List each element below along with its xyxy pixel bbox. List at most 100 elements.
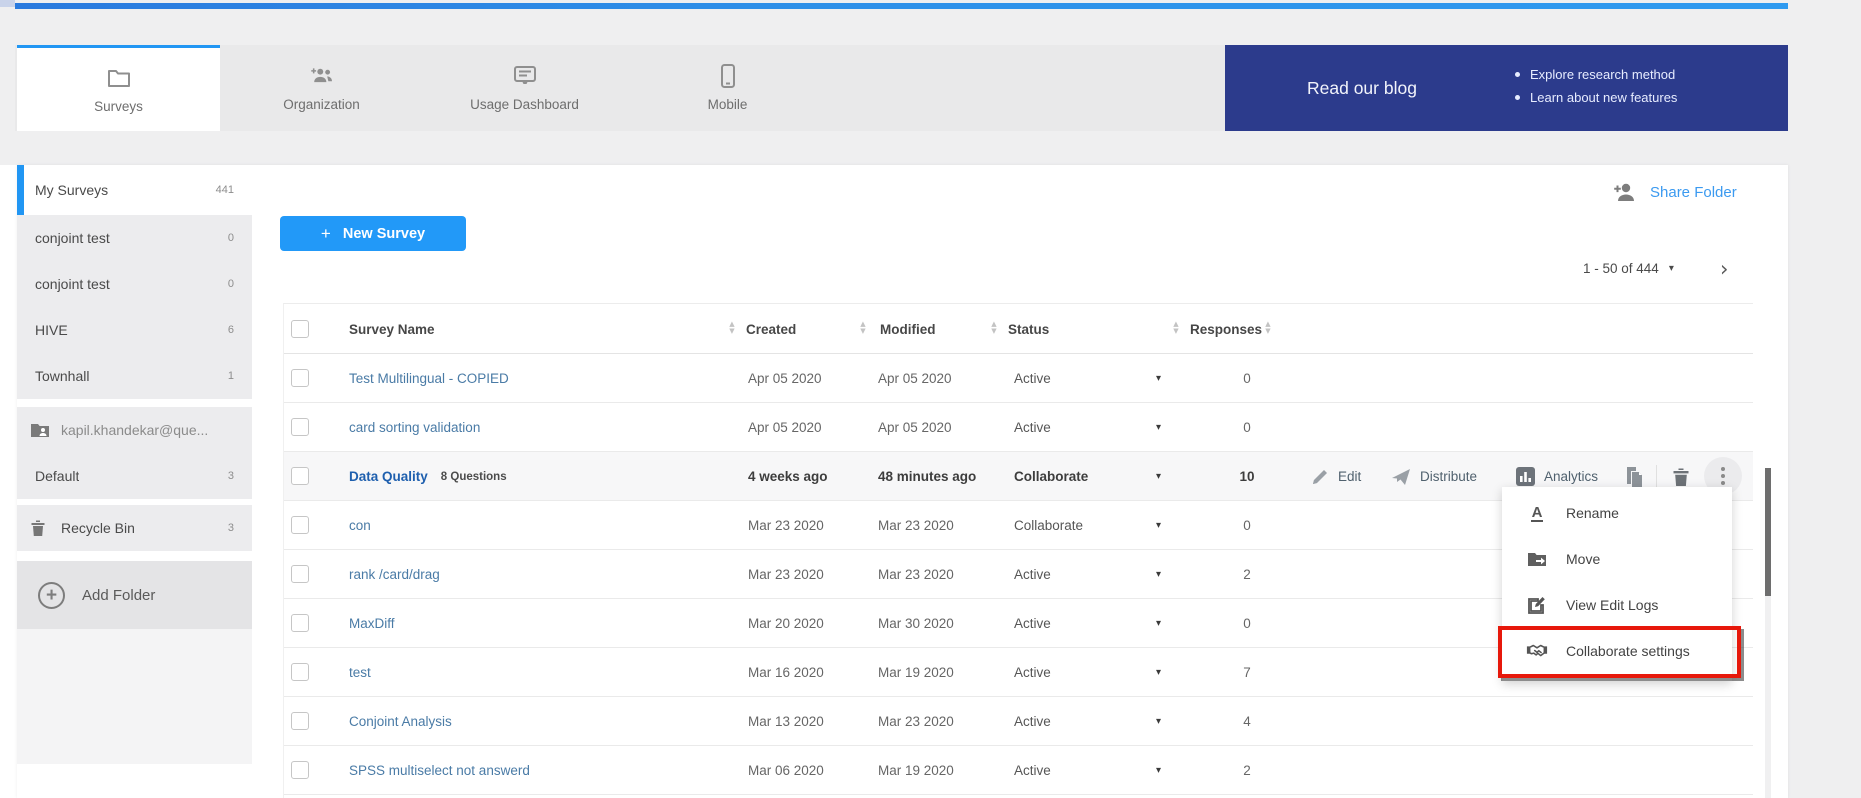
sidebar-item-conjoint-test[interactable]: conjoint test0 <box>17 261 252 307</box>
folder-count: 3 <box>228 522 234 534</box>
modified-cell: Apr 05 2020 <box>878 403 952 452</box>
row-checkbox[interactable] <box>291 761 309 779</box>
promo-bullet-list: Explore research method Learn about new f… <box>1515 67 1677 105</box>
sort-toggle-icon[interactable]: ▲▼ <box>1263 321 1273 335</box>
promo-bullet: Learn about new features <box>1515 90 1677 105</box>
modified-cell: Mar 30 2020 <box>878 599 954 648</box>
folder-label: conjoint test <box>35 276 110 292</box>
status-dropdown-caret[interactable]: ▾ <box>1156 501 1161 550</box>
share-folder-button[interactable]: Share Folder <box>1611 181 1737 203</box>
created-cell: Mar 23 2020 <box>748 550 824 599</box>
survey-name-link[interactable]: rank /card/drag <box>349 567 440 582</box>
sidebar-item-hive[interactable]: HIVE6 <box>17 307 252 353</box>
status-dropdown-caret[interactable]: ▾ <box>1156 354 1161 403</box>
edit-label: Edit <box>1338 469 1361 484</box>
sort-toggle-icon[interactable]: ▲▼ <box>1171 321 1181 335</box>
folder-count: 6 <box>228 324 234 336</box>
sidebar-item-default[interactable]: Default3 <box>17 453 252 499</box>
modified-cell: Mar 23 2020 <box>878 501 954 550</box>
modified-cell: Mar 19 2020 <box>878 648 954 697</box>
column-header-status[interactable]: Status <box>1008 304 1049 354</box>
row-checkbox[interactable] <box>291 516 309 534</box>
tab-organization[interactable]: Organization <box>220 45 423 131</box>
tab-surveys[interactable]: Surveys <box>17 45 220 131</box>
survey-name-link[interactable]: card sorting validation <box>349 420 480 435</box>
pencil-icon <box>1311 468 1329 486</box>
sidebar-fill <box>17 629 252 764</box>
status-dropdown-caret[interactable]: ▾ <box>1156 550 1161 599</box>
status-cell: Active <box>1014 403 1051 452</box>
status-dropdown-caret[interactable]: ▾ <box>1156 403 1161 452</box>
survey-name-link[interactable]: con <box>349 518 371 533</box>
mobile-icon <box>715 64 741 88</box>
sidebar-gap <box>17 399 252 407</box>
new-survey-button[interactable]: + New Survey <box>280 216 466 251</box>
status-dropdown-caret[interactable]: ▾ <box>1156 746 1161 795</box>
table-scrollbar[interactable] <box>1765 468 1771 798</box>
shared-folder-icon <box>30 422 50 438</box>
responses-cell: 2 <box>1219 550 1275 599</box>
folder-label: kapil.khandekar@que... <box>61 422 208 438</box>
status-dropdown-caret[interactable]: ▾ <box>1156 599 1161 648</box>
responses-cell: 7 <box>1219 648 1275 697</box>
survey-name-link[interactable]: test <box>349 665 371 680</box>
folder-label: Townhall <box>35 368 89 384</box>
promo-bullet-text: Explore research method <box>1530 67 1675 82</box>
blog-promo-banner[interactable]: Read our blog Explore research method Lea… <box>1225 45 1788 131</box>
created-cell: Apr 05 2020 <box>748 403 822 452</box>
column-header-responses[interactable]: Responses <box>1190 304 1262 354</box>
menu-item-view-edit-logs[interactable]: View Edit Logs <box>1502 582 1732 628</box>
sort-toggle-icon[interactable]: ▲▼ <box>727 321 737 335</box>
status-cell: Active <box>1014 746 1051 795</box>
select-all-checkbox[interactable] <box>291 320 309 338</box>
folder-count: 1 <box>228 370 234 382</box>
menu-item-rename[interactable]: ARename <box>1502 490 1732 536</box>
new-survey-label: New Survey <box>343 226 425 242</box>
row-checkbox[interactable] <box>291 418 309 436</box>
scrollbar-thumb[interactable] <box>1765 468 1771 596</box>
sidebar-item-my-surveys[interactable]: My Surveys441 <box>17 165 252 215</box>
next-page-button[interactable]: › <box>1720 257 1728 281</box>
folders-sidebar: My Surveys441 conjoint test 0 conjoint test… <box>17 165 252 798</box>
folder-label: My Surveys <box>35 182 108 198</box>
move-icon <box>1526 549 1548 569</box>
sort-toggle-icon[interactable]: ▲▼ <box>989 321 999 335</box>
status-dropdown-caret[interactable]: ▾ <box>1156 697 1161 746</box>
row-checkbox[interactable] <box>291 712 309 730</box>
column-header-survey-name[interactable]: Survey Name <box>349 304 435 354</box>
survey-name-link[interactable]: SPSS multiselect not answerd <box>349 763 530 778</box>
sidebar-item-recycle-bin[interactable]: Recycle Bin3 <box>17 505 252 551</box>
survey-name-link[interactable]: Conjoint Analysis <box>349 714 452 729</box>
share-folder-label: Share Folder <box>1650 184 1737 201</box>
tab-usage-dashboard[interactable]: Usage Dashboard <box>423 45 626 131</box>
table-row: Conjoint Analysis Mar 13 2020 Mar 23 202… <box>284 697 1753 746</box>
row-checkbox[interactable] <box>291 369 309 387</box>
menu-item-move[interactable]: Move <box>1502 536 1732 582</box>
add-folder-button[interactable]: +Add Folder <box>17 561 252 629</box>
column-header-created[interactable]: Created <box>746 304 796 354</box>
pagination-range-selector[interactable]: 1 - 50 of 444 ▾ <box>1583 261 1674 276</box>
edit-button[interactable]: Edit <box>1311 452 1361 501</box>
row-checkbox[interactable] <box>291 565 309 583</box>
distribute-button[interactable]: Distribute <box>1391 452 1477 501</box>
read-our-blog-link[interactable]: Read our blog <box>1307 45 1417 131</box>
survey-name-link[interactable]: MaxDiff <box>349 616 395 631</box>
folder-label: conjoint test <box>35 230 110 246</box>
tab-mobile[interactable]: Mobile <box>626 45 829 131</box>
menu-item-label: View Edit Logs <box>1566 597 1658 613</box>
column-header-modified[interactable]: Modified <box>880 304 936 354</box>
usage-dashboard-icon <box>512 64 538 88</box>
trash-icon <box>30 520 50 536</box>
sidebar-item-conjoint-test[interactable]: conjoint test 0 <box>17 215 252 261</box>
row-checkbox[interactable] <box>291 663 309 681</box>
row-checkbox[interactable] <box>291 614 309 632</box>
status-dropdown-caret[interactable]: ▾ <box>1156 648 1161 697</box>
modified-cell: Mar 23 2020 <box>878 697 954 746</box>
survey-name-link[interactable]: Test Multilingual - COPIED <box>349 371 509 386</box>
created-cell: Mar 13 2020 <box>748 697 824 746</box>
sidebar-gap <box>17 551 252 561</box>
sidebar-item-kapil-khandekar-que[interactable]: kapil.khandekar@que... <box>17 407 252 453</box>
sidebar-item-townhall[interactable]: Townhall 1 <box>17 353 252 399</box>
folder-count: 0 <box>228 232 234 244</box>
sort-toggle-icon[interactable]: ▲▼ <box>858 321 868 335</box>
